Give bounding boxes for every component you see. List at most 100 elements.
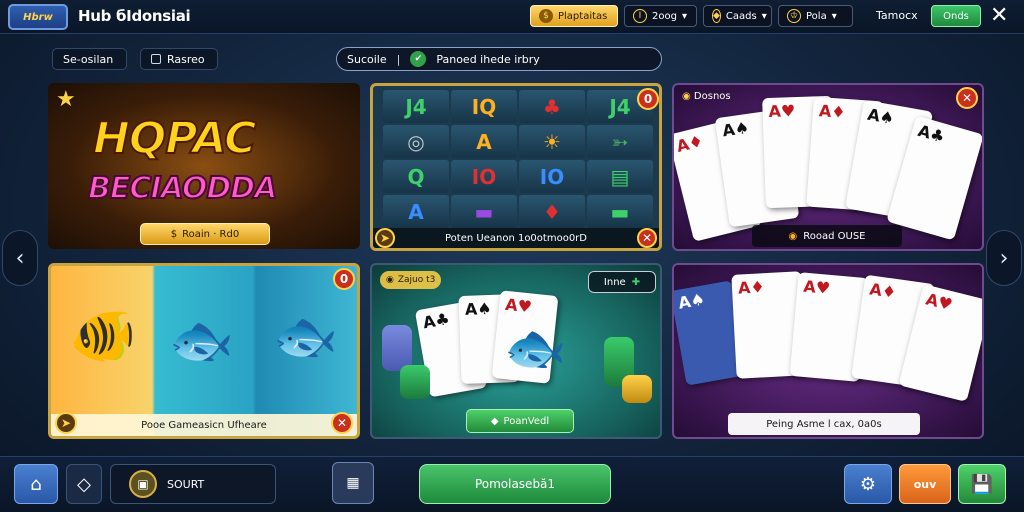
stat-pill-1[interactable]: I 2oog ▾ — [624, 5, 697, 27]
orange-action-button[interactable]: ouv — [899, 464, 951, 504]
slot-symbol: ▬ — [451, 195, 517, 228]
slots-footer: Poten Ueanon 1o0otmoo0rD — [373, 228, 659, 248]
slot-symbol: ▤ — [587, 160, 653, 193]
cards-label-text: Dosnos — [693, 91, 731, 102]
scroll-right-button[interactable]: › — [986, 230, 1022, 286]
app-logo[interactable]: Hbrw — [8, 4, 68, 30]
stat-2-value: Caads — [725, 10, 757, 22]
game-card-cards[interactable]: ◉ Dosnos A♦ A♠ A♥ A♦ A♠ A♣ ✕ ◉ Rooad OUS… — [672, 83, 984, 251]
hero-button-label: Roain · Rd0 — [182, 228, 240, 240]
wallet-icon: ▣ — [129, 470, 157, 498]
slot-symbol: ▬ — [587, 195, 653, 228]
game-card-fish[interactable]: 🐠 🐟 🐟 0 Pooe Gameasicn Ufheare ➤ ✕ — [48, 263, 360, 439]
game-card-rummy[interactable]: A♠ A♦ A♥ A♦ A♥ Peing Asme l cax, 0a0s — [672, 263, 984, 439]
coin-icon: ◉ — [788, 230, 798, 242]
trophy-icon: ♔ — [787, 9, 801, 23]
balance-pill[interactable]: $ Plaptaitas — [530, 5, 618, 27]
search-placeholder: Panoed ihede irbry — [436, 52, 540, 66]
coin-icon: $ — [539, 9, 553, 23]
dropdown-icon: ▾ — [831, 10, 837, 22]
cards-game-label: ◉ Dosnos — [682, 91, 731, 102]
fish-close-icon[interactable]: ✕ — [331, 412, 353, 434]
game-center-icon[interactable]: ▦ — [332, 462, 374, 504]
rummy-footer-text: Peing Asme l cax, 0a0s — [766, 418, 882, 430]
fish-icon: 🐟 — [169, 311, 234, 371]
gem-icon: ◆ — [712, 9, 721, 23]
slot-symbol: IO — [519, 160, 585, 193]
wallet-button[interactable]: ▣ SOURT — [110, 464, 276, 504]
cards-footer-text: Rooad OUSE — [803, 230, 866, 242]
chip-stack-icon — [622, 375, 652, 403]
dropdown-icon: ▾ — [761, 10, 767, 22]
save-icon[interactable]: 💾 — [958, 464, 1006, 504]
search-left-label: Sucoile — [347, 52, 387, 66]
slot-symbol: ☀ — [519, 125, 585, 158]
slot-symbol: A — [451, 125, 517, 158]
poker-info-text: Inne — [603, 276, 626, 288]
fish-icon: 🐟 — [273, 307, 338, 367]
poker-play-button[interactable]: ◆ PoanVedl — [466, 409, 574, 433]
stat-1-value: 2oog — [652, 10, 677, 22]
slot-symbol: J4 — [383, 90, 449, 123]
slots-close-icon[interactable]: ✕ — [637, 228, 657, 248]
fish-footer-text: Pooe Gameasicn Ufheare — [141, 419, 267, 431]
filter-chip-1[interactable]: Se-osilan — [52, 48, 127, 70]
stat-3-value: Pola — [806, 10, 827, 22]
fish-icon: 🐠 — [69, 304, 137, 367]
slots-info-button[interactable]: 0 — [637, 88, 659, 110]
slots-footer-text: Poten Ueanon 1o0otmoo0rD — [445, 232, 587, 244]
coin-icon: ◉ — [682, 91, 691, 102]
app-title: Hub бIdonsiai — [78, 7, 191, 25]
search-bar[interactable]: Sucoile | ✔ Panoed ihede irbry — [336, 47, 662, 71]
chip-stack-icon — [400, 365, 430, 399]
game-card-hero[interactable]: ★ HQPAC BECIAODDA $ Roain · Rd0 — [48, 83, 360, 249]
coin-icon: $ — [170, 228, 178, 240]
filter-chip-2[interactable]: Rasreo — [140, 48, 218, 70]
coin-icon: ◉ — [386, 275, 394, 285]
search-icon[interactable]: ✔ — [410, 51, 427, 67]
poker-tag-text: Zajuo t3 — [397, 275, 436, 285]
timezone-button[interactable]: Onds — [931, 5, 981, 27]
filter-chip-2-label: Rasreo — [167, 52, 205, 66]
hero-title: HQPAC — [92, 112, 257, 165]
slots-play-icon[interactable]: ➤ — [375, 228, 395, 248]
divider: | — [396, 52, 401, 66]
slot-symbol: Q — [383, 160, 449, 193]
poker-button-label: PoanVedl — [503, 415, 550, 427]
stat-pill-3[interactable]: ♔ Pola ▾ — [778, 5, 853, 27]
ticket-icon: I — [633, 9, 647, 23]
dropdown-icon: ▾ — [681, 10, 687, 22]
rummy-footer: Peing Asme l cax, 0a0s — [728, 413, 920, 435]
diamond-icon[interactable]: ◇ — [66, 464, 102, 504]
slot-symbol: ◎ — [383, 125, 449, 158]
logo-text: Hbrw — [23, 11, 53, 23]
home-icon[interactable]: ⌂ — [14, 464, 58, 504]
gear-icon[interactable]: ⚙ — [844, 464, 892, 504]
fish-footer: Pooe Gameasicn Ufheare — [51, 414, 357, 436]
game-card-poker[interactable]: ◉ Zajuo t3 Inne ✚ A♣ A♠ A♥ 🐟 ◆ PoanVedl — [370, 263, 662, 439]
timezone-label: Tamocx — [876, 9, 918, 22]
slot-symbol: A — [383, 195, 449, 228]
star-icon: ★ — [56, 87, 76, 112]
fish-play-icon[interactable]: ➤ — [55, 412, 77, 434]
slot-symbol: IO — [451, 160, 517, 193]
plus-icon: ✚ — [631, 276, 641, 288]
slot-symbol: IQ — [451, 90, 517, 123]
stat-pill-2[interactable]: ◆ Caads ▾ — [703, 5, 772, 27]
cards-close-icon[interactable]: ✕ — [956, 87, 978, 109]
slot-symbol: ♣ — [519, 90, 585, 123]
poker-info-tag[interactable]: Inne ✚ — [588, 271, 656, 293]
gem-icon: ◆ — [490, 415, 499, 427]
checkbox-icon[interactable] — [151, 54, 161, 64]
fish-info-button[interactable]: 0 — [333, 268, 355, 290]
hero-play-button[interactable]: $ Roain · Rd0 — [140, 223, 270, 245]
slot-symbol: ♦ — [519, 195, 585, 228]
poker-tag: ◉ Zajuo t3 — [380, 271, 442, 289]
game-card-slots[interactable]: J4 IQ ♣ J4 ◎ A ☀ ➳ Q IO IO ▤ A ▬ ♦ ▬ 0 P… — [370, 83, 662, 251]
slot-reels: J4 IQ ♣ J4 ◎ A ☀ ➳ Q IO IO ▤ A ▬ ♦ ▬ — [383, 90, 653, 228]
close-icon[interactable]: ✕ — [990, 2, 1008, 30]
fish-icon: 🐟 — [504, 319, 567, 377]
slot-symbol: ➳ — [587, 125, 653, 158]
scroll-left-button[interactable]: ‹ — [2, 230, 38, 286]
main-action-button[interactable]: Pomolasebӑ1 — [419, 464, 611, 504]
